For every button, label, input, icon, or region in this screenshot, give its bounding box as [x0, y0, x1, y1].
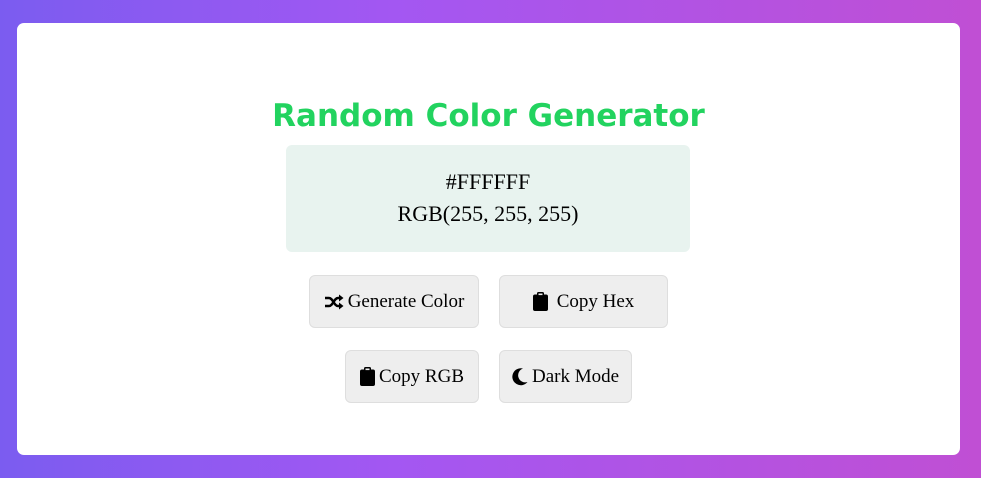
generate-color-label: Generate Color [347, 290, 465, 312]
main-card: Random Color Generator #FFFFFF RGB(255, … [17, 23, 960, 455]
copy-hex-button[interactable]: Copy Hex [499, 275, 668, 328]
clipboard-icon [532, 292, 548, 311]
copy-hex-label: Copy Hex [556, 290, 635, 312]
moon-icon [512, 367, 528, 386]
page-title: Random Color Generator [272, 98, 705, 134]
dark-mode-label: Dark Mode [531, 365, 620, 387]
generate-color-button[interactable]: Generate Color [309, 275, 479, 328]
hex-value: #FFFFFF [445, 169, 531, 194]
copy-rgb-label: Copy RGB [379, 365, 464, 387]
clipboard-icon [360, 367, 375, 386]
shuffle-icon [324, 294, 344, 310]
rgb-value: RGB(255, 255, 255) [397, 201, 579, 226]
copy-rgb-button[interactable]: Copy RGB [345, 350, 479, 403]
color-display: #FFFFFF RGB(255, 255, 255) [286, 145, 690, 252]
dark-mode-button[interactable]: Dark Mode [499, 350, 632, 403]
